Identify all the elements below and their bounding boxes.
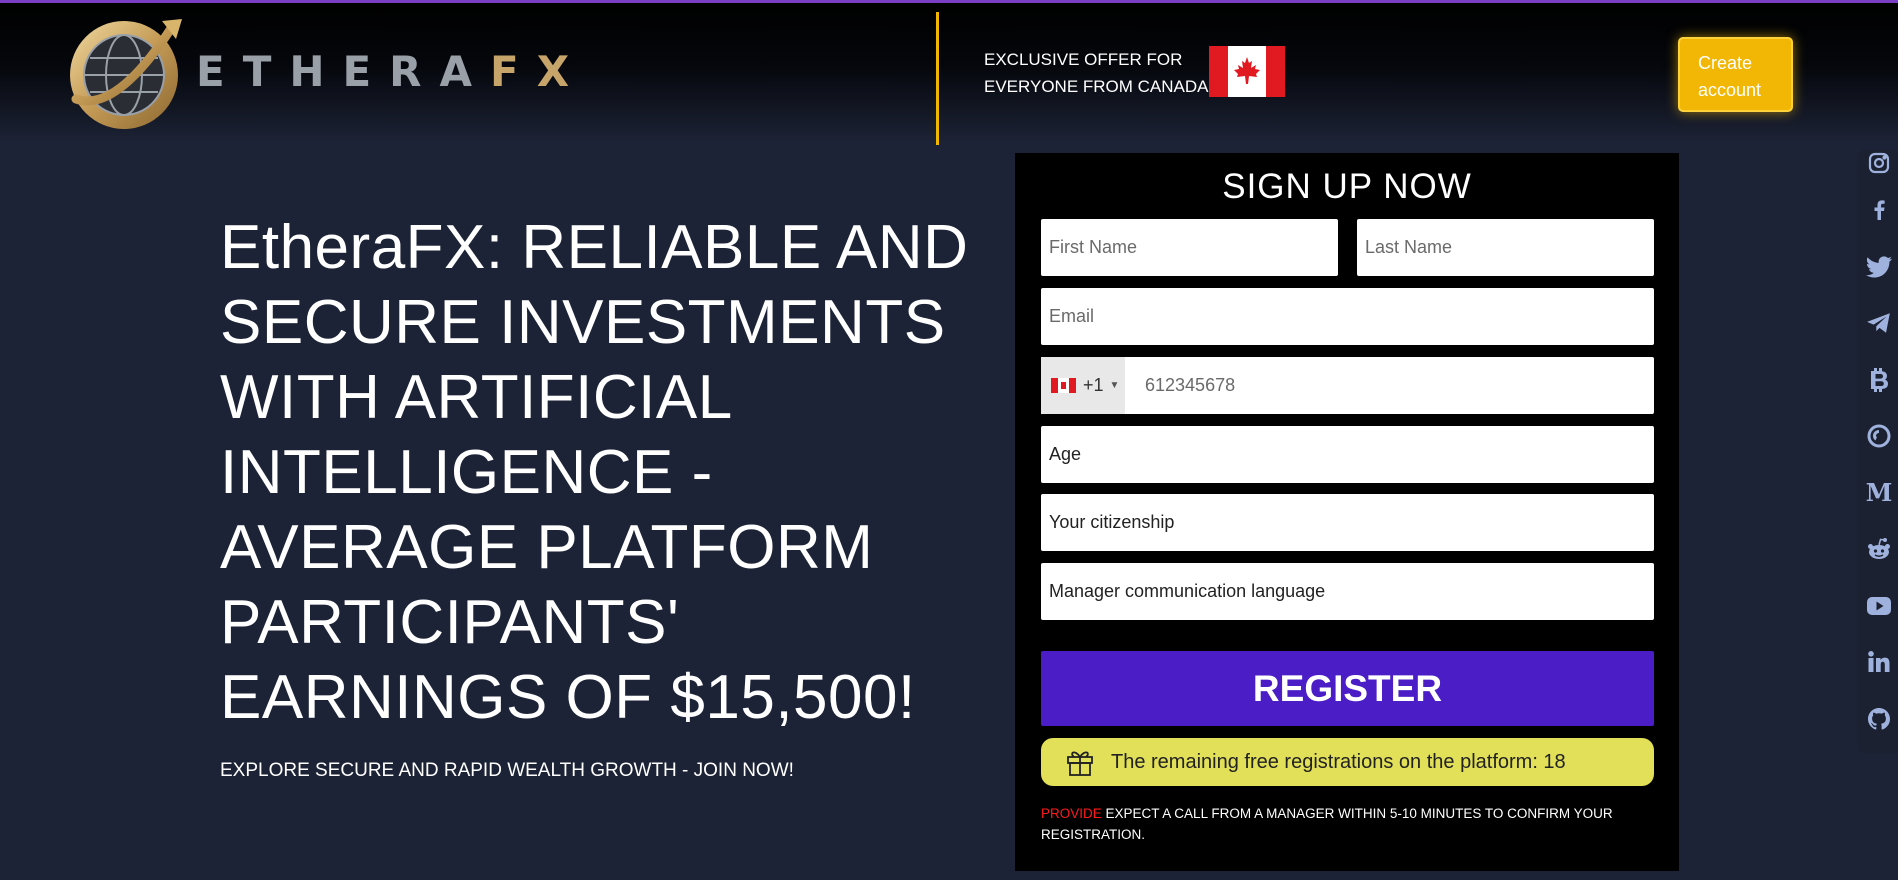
language-input[interactable] <box>1041 563 1654 620</box>
email-field[interactable] <box>1041 288 1654 345</box>
instagram-icon[interactable] <box>1866 150 1892 176</box>
bitcoin-icon[interactable] <box>1866 367 1892 393</box>
age-field[interactable] <box>1041 426 1654 483</box>
remaining-registrations-banner: The remaining free registrations on the … <box>1041 738 1654 786</box>
last-name-input[interactable] <box>1357 219 1654 276</box>
hero-title: EtheraFX: RELIABLE AND SECURE INVESTMENT… <box>220 213 969 732</box>
country-code-select[interactable]: +1 ▼ <box>1041 357 1125 414</box>
email-input[interactable] <box>1041 288 1654 345</box>
hero-subtitle: EXPLORE SECURE AND RAPID WEALTH GROWTH -… <box>220 760 794 781</box>
logo[interactable]: ETHERAFX <box>66 13 569 131</box>
create-account-button[interactable]: Create account <box>1678 37 1793 112</box>
medium-icon[interactable]: M <box>1866 480 1892 506</box>
phone-input[interactable] <box>1133 357 1654 414</box>
citizenship-input[interactable] <box>1041 494 1654 551</box>
notice-highlight: PROVIDE <box>1041 806 1102 821</box>
offer-text: EXCLUSIVE OFFER FOR EVERYONE FROM CANADA <box>984 50 1209 96</box>
logo-text-accent: FX <box>490 47 588 96</box>
form-title: SIGN UP NOW <box>1222 167 1472 206</box>
gift-icon <box>1065 747 1095 777</box>
logo-text-main: ETHERA <box>196 47 491 96</box>
canada-flag-icon <box>1209 46 1285 97</box>
age-input[interactable] <box>1041 426 1654 483</box>
youtube-icon[interactable] <box>1866 593 1892 619</box>
chevron-down-icon: ▼ <box>1109 380 1120 391</box>
citizenship-field[interactable] <box>1041 494 1654 551</box>
header-divider <box>936 12 939 145</box>
coin-icon[interactable] <box>1866 423 1892 449</box>
language-field[interactable] <box>1041 563 1654 620</box>
twitter-icon[interactable] <box>1866 254 1892 280</box>
logo-wordmark: ETHERAFX <box>196 47 587 96</box>
last-name-field[interactable] <box>1357 219 1654 276</box>
svg-text:M: M <box>1866 481 1892 505</box>
remaining-text: The remaining free registrations on the … <box>1111 750 1566 773</box>
call-notice: PROVIDE EXPECT A CALL FROM A MANAGER WIT… <box>1041 803 1641 845</box>
github-icon[interactable] <box>1866 706 1892 732</box>
reddit-icon[interactable] <box>1866 536 1892 562</box>
register-button[interactable]: REGISTER <box>1041 651 1654 726</box>
phone-code: +1 <box>1083 375 1104 395</box>
canada-flag-icon <box>1051 378 1076 393</box>
header: ETHERAFX EXCLUSIVE OFFER FOR EVERYONE FR… <box>0 3 1898 145</box>
notice-text: EXPECT A CALL FROM A MANAGER WITHIN 5-10… <box>1041 806 1613 842</box>
phone-field[interactable]: +1 ▼ <box>1041 357 1654 414</box>
facebook-icon[interactable] <box>1866 197 1892 223</box>
first-name-input[interactable] <box>1041 219 1338 276</box>
signup-form: SIGN UP NOW +1 ▼ REGISTER <box>1015 153 1679 871</box>
social-sidebar: M <box>1857 150 1898 753</box>
linkedin-icon[interactable] <box>1866 649 1892 675</box>
telegram-icon[interactable] <box>1866 310 1892 336</box>
globe-logo-icon <box>70 19 182 129</box>
first-name-field[interactable] <box>1041 219 1338 276</box>
